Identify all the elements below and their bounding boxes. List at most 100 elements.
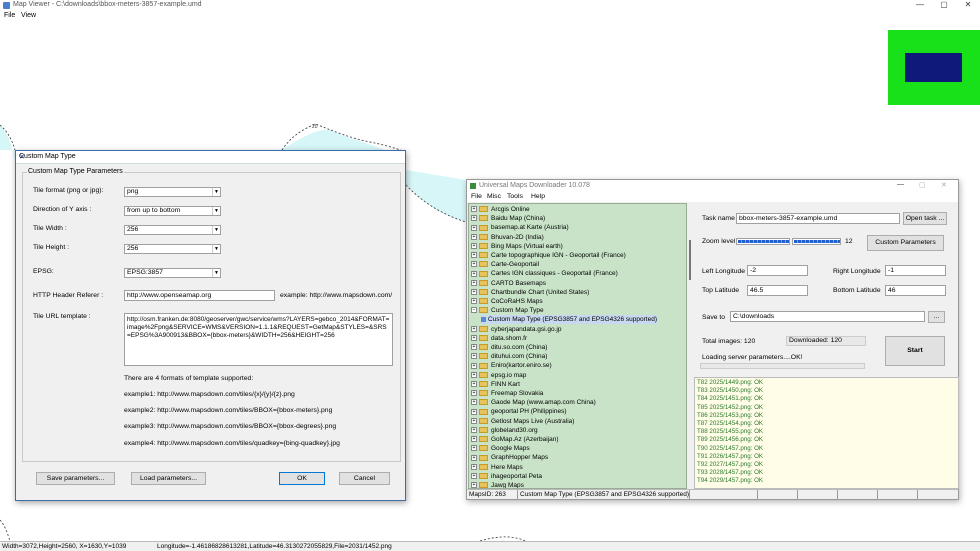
tree-item[interactable]: + ihageoportal Peta [471,472,542,481]
tree-item[interactable]: + geoportal PH (Philippines) [471,407,567,416]
umd-close-button[interactable]: ✕ [941,181,947,189]
right-longitude-input[interactable]: -1 [885,265,946,276]
tree-item[interactable]: + dituhui.com (China) [471,352,547,361]
tile-format-select[interactable]: png ▼ [124,187,221,197]
tree-leaf-icon[interactable] [481,317,486,323]
expand-icon[interactable]: + [471,344,477,351]
tree-item[interactable]: + ditu.so.com (China) [471,343,547,352]
tree-item[interactable]: − Custom Map Type [471,306,544,315]
tree-item[interactable]: + Carte-Geoportail [471,260,539,269]
overview-map[interactable] [888,30,980,105]
ok-button[interactable]: OK [279,472,325,485]
tree-item[interactable]: + GoMap.Az (Azerbaijan) [471,435,559,444]
tree-item[interactable]: + Eniro(kartor.eniro.se) [471,361,552,370]
expand-icon[interactable]: + [471,436,477,443]
menu-view[interactable]: View [21,12,36,19]
expand-icon[interactable]: + [471,390,477,397]
expand-icon[interactable]: + [471,353,477,360]
expand-icon[interactable]: + [471,261,477,268]
tile-width-select[interactable]: 256 ▼ [124,225,221,235]
expand-icon[interactable]: + [471,325,477,332]
tree-item[interactable]: + Carte topographique IGN - Geoportail (F… [471,251,626,260]
expand-icon[interactable]: + [471,279,477,286]
left-longitude-input[interactable]: -2 [747,265,808,276]
expand-icon[interactable]: + [471,482,477,488]
expand-icon[interactable]: + [471,215,477,222]
tree-item[interactable]: Custom Map Type (EPSG3857 and EPSG4326 s… [481,315,657,325]
tree-item[interactable]: + Jawg Maps [471,481,524,488]
expand-icon[interactable]: + [471,335,477,342]
expand-icon[interactable]: + [471,381,477,388]
maximize-button[interactable]: ▢ [932,0,956,11]
expand-icon[interactable]: + [471,206,477,213]
menu-file[interactable]: File [4,12,15,19]
expand-icon[interactable]: + [471,399,477,406]
url-template-textarea[interactable]: http://osm.franken.de:8080/geoserver/gwc… [124,313,393,366]
umd-menu-misc[interactable]: Misc [487,193,501,200]
tree-item[interactable]: + CARTO Basemaps [471,279,546,288]
expand-icon[interactable]: + [471,445,477,452]
save-to-input[interactable]: C:\downloads [730,311,925,322]
start-button[interactable]: Start [885,336,945,366]
expand-icon[interactable]: + [471,463,477,470]
expand-icon[interactable]: + [471,417,477,424]
umd-menu-file[interactable]: File [471,193,482,200]
expand-icon[interactable]: + [471,408,477,415]
tile-height-select[interactable]: 256 ▼ [124,244,221,254]
overview-viewport[interactable] [905,53,962,82]
expand-icon[interactable]: + [471,233,477,240]
tree-item[interactable]: + Getlost Maps Live (Australia) [471,417,574,426]
y-axis-select[interactable]: from up to bottom ▼ [124,206,221,216]
dialog-close-icon[interactable]: ✕ [19,153,401,161]
tree-item[interactable]: + basemap.at Karte (Austria) [471,223,569,232]
tree-scrollbar[interactable] [689,240,691,280]
expand-icon[interactable]: + [471,270,477,277]
umd-maximize-button[interactable]: ▢ [919,181,926,189]
close-button[interactable]: ✕ [956,0,980,11]
tree-item[interactable]: + CoCoRaHS Maps [471,297,543,306]
expand-icon[interactable]: + [471,362,477,369]
tree-item[interactable]: + Chartbundle Chart (United States) [471,288,589,297]
tree-item[interactable]: + Gaode Map (www.amap.com China) [471,398,596,407]
tree-item[interactable]: + cyberjapandata.gsi.go.jp [471,325,561,334]
browse-button[interactable]: ... [928,311,945,323]
expand-icon[interactable]: + [471,289,477,296]
umd-menu-help[interactable]: Help [531,193,545,200]
expand-icon[interactable]: + [471,454,477,461]
tree-item[interactable]: + globeland30.org [471,426,538,435]
save-parameters-button[interactable]: Save parameters... [36,472,115,485]
expand-icon[interactable]: + [471,252,477,259]
epsg-select[interactable]: EPSG:3857 ▼ [124,268,221,278]
task-name-input[interactable]: bbox-meters-3857-example.umd [736,213,900,224]
umd-menu-tools[interactable]: Tools [507,193,523,200]
custom-parameters-button[interactable]: Custom Parameters [867,235,944,251]
umd-minimize-button[interactable]: — [897,181,904,188]
zoom-slider-left[interactable] [736,238,790,245]
expand-icon[interactable]: + [471,224,477,231]
expand-icon[interactable]: + [471,243,477,250]
tree-item[interactable]: + Baidu Map (China) [471,214,545,223]
zoom-slider-right[interactable] [792,238,841,245]
tree-item[interactable]: + epsg.io map [471,371,526,380]
map-type-tree[interactable]: + Arcgis Online + Baidu Map (China) + basemap… [468,203,687,489]
tree-item[interactable]: + Here Maps [471,463,523,472]
open-task-button[interactable]: Open task ... [903,212,947,225]
load-parameters-button[interactable]: Load parameters... [131,472,206,485]
expand-icon[interactable]: + [471,427,477,434]
tree-item[interactable]: + Arcgis Online [471,205,530,214]
expand-icon[interactable]: + [471,298,477,305]
tree-item[interactable]: + data.shom.fr [471,334,527,343]
tree-item[interactable]: + Google Maps [471,444,530,453]
top-latitude-input[interactable]: 46.5 [747,285,808,296]
tree-item[interactable]: + Bhuvan-2D (India) [471,233,544,242]
referer-input[interactable]: http://www.openseamap.org [124,290,275,301]
minimize-button[interactable]: — [908,0,932,11]
tree-item[interactable]: + Freemap Slovakia [471,389,543,398]
expand-icon[interactable]: + [471,473,477,480]
expand-icon[interactable]: − [471,307,477,314]
tree-item[interactable]: + GraphHopper Maps [471,453,548,462]
expand-icon[interactable]: + [471,371,477,378]
tree-item[interactable]: + FINN Kart [471,380,520,389]
bottom-latitude-input[interactable]: 46 [885,285,946,296]
tree-item[interactable]: + Cartes IGN classiques - Geoportail (Fra… [471,269,618,278]
